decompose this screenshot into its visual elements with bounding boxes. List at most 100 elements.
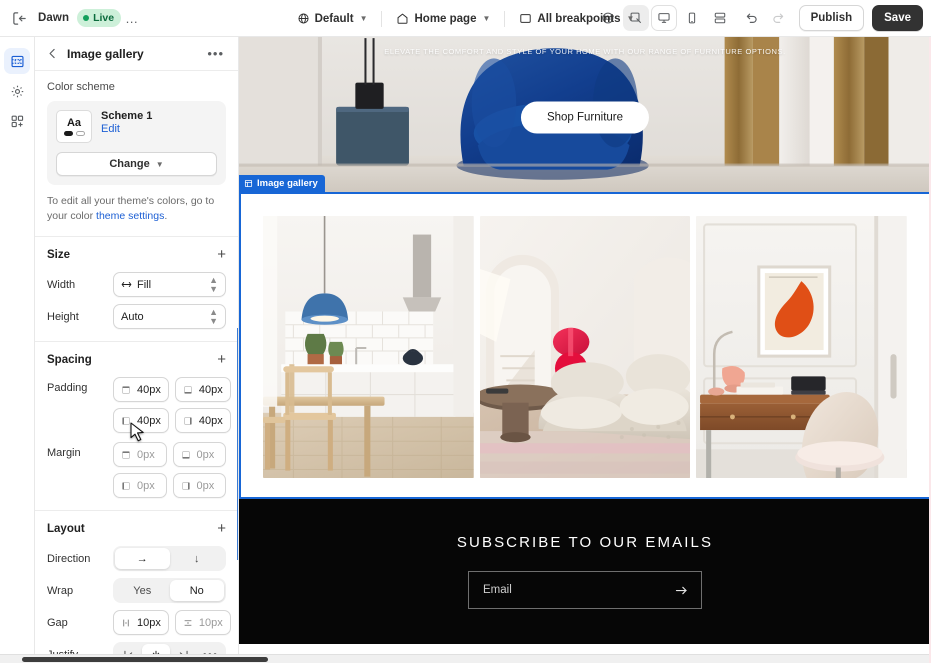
arrow-right-icon[interactable] <box>674 583 689 598</box>
spacing-section-header: Spacing + <box>47 352 226 367</box>
left-rail <box>0 37 35 663</box>
padding-left-value: 40px <box>137 414 161 427</box>
padding-fields: 40px 40px 40px 40px <box>113 377 231 434</box>
preview-canvas[interactable]: ELEVATE THE COMFORT AND STYLE OF YOUR HO… <box>239 37 931 663</box>
hero-overlay-text: ELEVATE THE COMFORT AND STYLE OF YOUR HO… <box>384 47 786 56</box>
rail-item-apps[interactable] <box>4 108 30 134</box>
chevron-down-icon: ▼ <box>482 14 491 23</box>
gap-column-field[interactable]: 10px <box>113 610 169 636</box>
newsletter-section[interactable]: SUBSCRIBE TO OUR EMAILS Email <box>239 499 931 644</box>
horizontal-scrollbar[interactable] <box>0 654 931 663</box>
gap-vertical-icon <box>183 618 193 628</box>
theme-name: Dawn <box>38 12 70 24</box>
desktop-icon[interactable] <box>650 5 677 31</box>
theme-more-icon[interactable]: … <box>121 11 143 26</box>
padding-top-field[interactable]: 40px <box>113 377 169 403</box>
swatch-pills <box>63 130 85 136</box>
top-bar: Dawn Live … Default ▼ Home page ▼ All br… <box>0 0 931 37</box>
width-row: Width Fill ▲ ▼ <box>47 272 226 298</box>
direction-row: Direction → ↓ <box>47 546 226 572</box>
margin-right-field[interactable]: 0px <box>172 473 226 499</box>
horizontal-resize-icon <box>121 279 132 290</box>
margin-bottom-field[interactable]: 0px <box>172 442 226 468</box>
spacing-add-button[interactable]: + <box>217 352 226 367</box>
selection-badge[interactable]: Image gallery <box>239 175 325 192</box>
size-section-title: Size <box>47 248 71 261</box>
preview-stage: ELEVATE THE COMFORT AND STYLE OF YOUR HO… <box>239 37 931 663</box>
height-select[interactable]: Auto ▲ ▼ <box>113 304 226 330</box>
margin-top-icon <box>121 450 131 460</box>
margin-bottom-icon <box>181 450 191 460</box>
stepper-icon[interactable]: ▲ ▼ <box>209 307 218 326</box>
undo-icon[interactable] <box>739 5 765 31</box>
padding-label: Padding <box>47 382 88 395</box>
gap-column-value: 10px <box>137 616 161 629</box>
breakpoint-selector[interactable]: All breakpoints ▼ <box>511 6 642 32</box>
gallery-image-1[interactable] <box>263 216 474 478</box>
editor-body: Image gallery ••• Color scheme Aa Scheme… <box>0 37 931 663</box>
gap-row-field[interactable]: 10px <box>174 610 231 636</box>
direction-horizontal-option[interactable]: → <box>115 548 170 570</box>
margin-left-field[interactable]: 0px <box>113 473 167 499</box>
width-value: Fill <box>137 278 152 291</box>
chevron-left-icon[interactable] <box>43 45 61 63</box>
mobile-icon[interactable] <box>679 5 705 31</box>
status-badge-label: Live <box>93 12 115 24</box>
hero-section[interactable]: ELEVATE THE COMFORT AND STYLE OF YOUR HO… <box>239 37 931 192</box>
divider <box>504 10 506 27</box>
theme-editor-app: Dawn Live … Default ▼ Home page ▼ All br… <box>0 0 931 663</box>
panel-header: Image gallery ••• <box>35 37 238 71</box>
newsletter-title: SUBSCRIBE TO OUR EMAILS <box>456 534 714 551</box>
save-button[interactable]: Save <box>872 5 923 31</box>
gallery-row <box>239 192 931 499</box>
fullscreen-icon[interactable] <box>707 5 733 31</box>
margin-left-icon <box>121 481 131 491</box>
view-selector[interactable]: Default ▼ <box>289 6 376 32</box>
rail-item-settings[interactable] <box>4 78 30 104</box>
page-selector[interactable]: Home page ▼ <box>388 6 498 32</box>
padding-right-field[interactable]: 40px <box>174 408 231 434</box>
gallery-image-3[interactable] <box>696 216 908 478</box>
margin-label: Margin <box>47 447 81 460</box>
margin-right-icon <box>181 481 191 491</box>
horizontal-scrollbar-thumb[interactable] <box>22 657 268 662</box>
padding-right-icon <box>183 416 193 426</box>
padding-left-field[interactable]: 40px <box>113 408 169 434</box>
email-input[interactable]: Email <box>483 584 674 596</box>
page-title: Image gallery <box>67 46 144 61</box>
theme-settings-link[interactable]: theme settings <box>96 210 164 222</box>
direction-label: Direction <box>47 552 91 565</box>
panel-more-icon[interactable]: ••• <box>203 46 228 61</box>
color-scheme-hint: To edit all your theme's colors, go to y… <box>47 194 226 224</box>
margin-bottom-value: 0px <box>196 448 215 461</box>
height-row: Height Auto ▲ ▼ <box>47 304 226 330</box>
width-select[interactable]: Fill ▲ ▼ <box>113 272 226 298</box>
shop-furniture-button[interactable]: Shop Furniture <box>520 101 650 134</box>
color-scheme-name: Scheme 1 <box>101 110 153 122</box>
gallery-image-2[interactable] <box>479 216 691 478</box>
newsletter-form[interactable]: Email <box>468 571 702 609</box>
change-scheme-button[interactable]: Change ▼ <box>56 152 217 176</box>
panel-scroll-area[interactable]: Color scheme Aa Scheme 1 Edit Change ▼ T… <box>35 71 238 663</box>
rail-item-sections[interactable] <box>4 48 30 74</box>
padding-bottom-field[interactable]: 40px <box>174 377 231 403</box>
change-scheme-label: Change <box>109 158 150 170</box>
gap-control: 10px 10px <box>113 610 231 636</box>
image-gallery-section[interactable]: Image gallery <box>239 175 931 499</box>
wrap-yes-option[interactable]: Yes <box>115 580 170 601</box>
gallery-icon <box>244 179 253 188</box>
size-add-button[interactable]: + <box>217 247 226 262</box>
margin-top-field[interactable]: 0px <box>113 442 167 468</box>
layout-add-button[interactable]: + <box>217 521 226 536</box>
spacing-section: Spacing + Padding 40px 40px 40px 40px Ma… <box>35 342 238 512</box>
color-scheme-edit-link[interactable]: Edit <box>101 123 152 135</box>
publish-button[interactable]: Publish <box>798 5 865 31</box>
height-label: Height <box>47 310 79 323</box>
exit-icon[interactable] <box>6 5 32 31</box>
top-bar-left: Dawn Live … <box>6 5 143 31</box>
direction-vertical-option[interactable]: ↓ <box>170 548 225 569</box>
margin-top-value: 0px <box>137 448 155 461</box>
stepper-icon[interactable]: ▲ ▼ <box>209 275 218 294</box>
padding-bottom-icon <box>183 385 193 395</box>
wrap-no-option[interactable]: No <box>169 580 224 602</box>
